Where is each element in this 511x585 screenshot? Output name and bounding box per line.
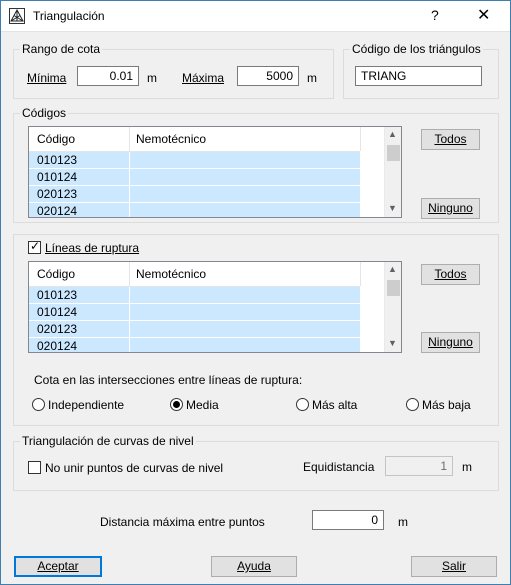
- no-unir-checkbox[interactable]: [28, 461, 41, 474]
- scroll-down-icon[interactable]: ▼: [388, 338, 397, 348]
- radio-media[interactable]: [170, 398, 183, 411]
- lineas-list-header: Código Nemotécnico: [29, 262, 361, 287]
- title-bar: Triangulación ? ✕: [1, 1, 510, 32]
- codigos-col-codigo[interactable]: Código: [37, 132, 75, 146]
- maxima-label: Máxima: [182, 71, 225, 85]
- minima-unit: m: [147, 71, 157, 85]
- radio-mas-baja-label[interactable]: Más baja: [422, 398, 471, 412]
- table-row[interactable]: 010124: [29, 304, 360, 321]
- distancia-maxima-unit: m: [398, 515, 408, 529]
- column-separator: [129, 203, 130, 217]
- maxima-input[interactable]: 5000: [237, 66, 299, 86]
- column-separator: [129, 287, 130, 304]
- lineas-col-nemotecnico[interactable]: Nemotécnico: [136, 267, 206, 281]
- aceptar-button[interactable]: Aceptar: [14, 556, 102, 577]
- checkmark-icon: ✓: [30, 239, 41, 253]
- header-separator: [129, 262, 130, 286]
- column-separator: [129, 338, 130, 352]
- curvas-nivel-title: Triangulación de curvas de nivel: [20, 434, 196, 448]
- minima-label: Mínima: [27, 71, 67, 85]
- cell-codigo: 020124: [37, 339, 78, 353]
- lineas-todos-button[interactable]: Todos: [421, 264, 480, 285]
- cota-intersecciones-label: Cota en las intersecciones entre líneas …: [34, 373, 303, 387]
- cell-codigo: 010124: [37, 305, 78, 319]
- scroll-up-icon[interactable]: ▲: [388, 129, 397, 139]
- scroll-up-icon[interactable]: ▲: [388, 264, 397, 274]
- cell-codigo: 020123: [37, 322, 78, 336]
- equidistancia-input: 1: [385, 456, 453, 476]
- cell-codigo: 010124: [37, 170, 78, 184]
- table-row[interactable]: 020123: [29, 186, 360, 203]
- header-separator: [360, 127, 361, 151]
- table-row[interactable]: 020124: [29, 338, 360, 353]
- table-row[interactable]: 010123: [29, 152, 360, 169]
- column-separator: [129, 321, 130, 338]
- scroll-thumb[interactable]: [387, 280, 400, 296]
- codigos-list[interactable]: Código Nemotécnico 010123 010124 020123 …: [28, 126, 402, 218]
- ayuda-button[interactable]: Ayuda: [211, 556, 297, 577]
- dialog-window: Triangulación ? ✕ Rango de cota Mínima 0…: [0, 0, 511, 585]
- radio-media-label[interactable]: Media: [186, 398, 219, 412]
- distancia-maxima-label: Distancia máxima entre puntos: [100, 515, 265, 529]
- equidistancia-unit: m: [462, 460, 472, 474]
- codigos-ninguno-button[interactable]: Ninguno: [421, 198, 480, 219]
- lineas-ruptura-label[interactable]: Líneas de ruptura: [45, 241, 139, 255]
- equidistancia-label: Equidistancia: [303, 460, 375, 474]
- table-row[interactable]: 010123: [29, 287, 360, 304]
- lineas-scrollbar[interactable]: ▲ ▼: [384, 262, 401, 352]
- header-separator: [360, 262, 361, 286]
- radio-mas-alta-label[interactable]: Más alta: [312, 398, 357, 412]
- close-icon[interactable]: ✕: [477, 5, 490, 25]
- column-separator: [129, 304, 130, 321]
- cell-codigo: 020124: [37, 204, 78, 218]
- radio-independiente[interactable]: [32, 398, 45, 411]
- scroll-thumb[interactable]: [387, 145, 400, 161]
- codigo-triangulos-input[interactable]: TRIANG: [355, 66, 482, 86]
- table-row[interactable]: 020124: [29, 203, 360, 218]
- codigos-col-nemotecnico[interactable]: Nemotécnico: [136, 132, 206, 146]
- codigo-triangulos-title: Código de los triángulos: [350, 42, 483, 56]
- header-separator: [129, 127, 130, 151]
- help-title-button[interactable]: ?: [431, 7, 439, 23]
- no-unir-label[interactable]: No unir puntos de curvas de nivel: [45, 461, 223, 475]
- codigos-scrollbar[interactable]: ▲ ▼: [384, 127, 401, 217]
- codigos-list-header: Código Nemotécnico: [29, 127, 361, 152]
- cell-codigo: 020123: [37, 187, 78, 201]
- scroll-down-icon[interactable]: ▼: [388, 203, 397, 213]
- radio-mas-baja[interactable]: [406, 398, 419, 411]
- cell-codigo: 010123: [37, 153, 78, 167]
- lineas-ninguno-button[interactable]: Ninguno: [421, 332, 480, 353]
- lineas-ruptura-list[interactable]: Código Nemotécnico 010123 010124 020123 …: [28, 261, 402, 353]
- column-separator: [129, 152, 130, 169]
- table-row[interactable]: 010124: [29, 169, 360, 186]
- table-row[interactable]: 020123: [29, 321, 360, 338]
- maxima-unit: m: [307, 71, 317, 85]
- radio-mas-alta[interactable]: [296, 398, 309, 411]
- rango-cota-title: Rango de cota: [20, 42, 103, 56]
- column-separator: [129, 186, 130, 203]
- cell-codigo: 010123: [37, 288, 78, 302]
- triangulation-app-icon: [9, 8, 25, 24]
- distancia-maxima-input[interactable]: 0: [312, 510, 384, 530]
- lineas-ruptura-checkbox[interactable]: ✓: [28, 239, 41, 254]
- codigos-todos-button[interactable]: Todos: [421, 129, 480, 150]
- window-title: Triangulación: [33, 9, 105, 23]
- codigos-title: Códigos: [20, 106, 69, 120]
- column-separator: [129, 169, 130, 186]
- radio-selected-dot: [173, 401, 180, 408]
- radio-independiente-label[interactable]: Independiente: [48, 398, 124, 412]
- lineas-col-codigo[interactable]: Código: [37, 267, 75, 281]
- minima-input[interactable]: 0.01: [77, 66, 139, 86]
- salir-button[interactable]: Salir: [411, 556, 497, 577]
